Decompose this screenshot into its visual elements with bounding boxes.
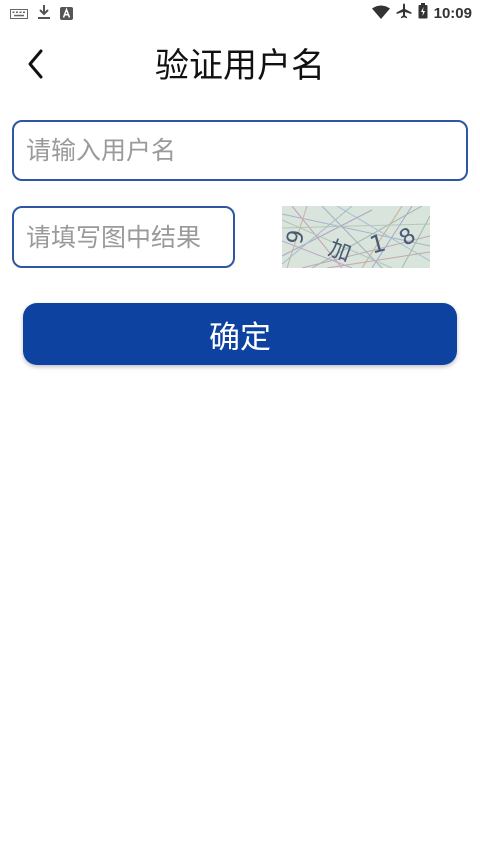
page-title: 验证用户名 — [155, 46, 325, 86]
wifi-icon — [371, 4, 390, 23]
a-badge-icon — [60, 5, 73, 24]
keyboard-icon — [10, 5, 28, 24]
captcha-input[interactable] — [12, 206, 235, 268]
header: 验证用户名 — [0, 36, 480, 100]
battery-icon — [418, 3, 428, 23]
status-left-icons — [10, 4, 73, 24]
username-input[interactable] — [12, 120, 468, 181]
captcha-image[interactable]: 9 加 1 8 — [281, 205, 431, 269]
confirm-button[interactable]: 确定 — [23, 303, 457, 365]
status-bar: 10:09 — [0, 0, 480, 26]
status-right-icons: 10:09 — [371, 3, 472, 23]
download-icon — [37, 4, 51, 24]
status-time: 10:09 — [433, 4, 472, 22]
airplane-icon — [396, 3, 412, 23]
